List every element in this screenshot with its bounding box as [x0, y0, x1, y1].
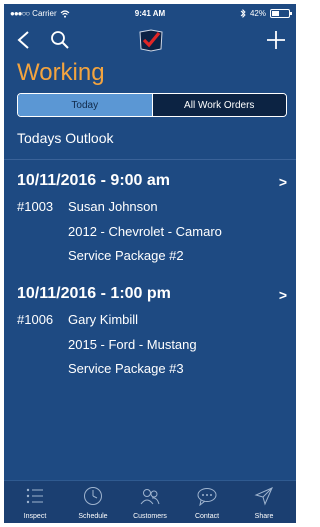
appointment-card[interactable]: 10/11/2016 - 9:00 am > #1003 Susan Johns…	[17, 172, 287, 263]
tab-label: Share	[254, 513, 274, 520]
nav-bar	[4, 24, 296, 58]
back-button[interactable]	[10, 26, 38, 54]
plus-icon	[267, 31, 285, 49]
page-title: Working	[17, 59, 105, 86]
service-package: Service Package #3	[68, 361, 184, 376]
vehicle-info: 2015 - Ford - Mustang	[68, 337, 197, 352]
battery-level	[272, 11, 279, 16]
tab-label: Inspect	[23, 513, 47, 520]
app-screen: ●●●○○ Carrier 9:41 AM 42% Working Today …	[4, 4, 296, 523]
section-divider	[4, 159, 296, 160]
chevron-right-icon[interactable]: >	[279, 287, 287, 303]
tab-bar: Inspect Schedule Customers Contact Share	[4, 480, 296, 523]
add-button[interactable]	[262, 26, 290, 54]
segment-today[interactable]: Today	[18, 94, 152, 116]
appointment-card[interactable]: 10/11/2016 - 1:00 pm > #1006 Gary Kimbil…	[17, 285, 287, 376]
appointment-datetime: 10/11/2016 - 1:00 pm	[17, 285, 171, 302]
checkmark-badge-icon	[139, 29, 163, 52]
status-bar: ●●●○○ Carrier 9:41 AM 42%	[4, 4, 296, 24]
tab-label: Contact	[194, 513, 220, 520]
customer-name: Gary Kimbill	[68, 312, 139, 327]
search-button[interactable]	[46, 26, 74, 54]
tab-share[interactable]: Share	[235, 481, 293, 523]
customer-name: Susan Johnson	[68, 199, 158, 214]
order-number: #1003	[17, 199, 54, 214]
search-icon	[51, 31, 69, 49]
tab-schedule[interactable]: Schedule	[64, 481, 122, 523]
section-title: Todays Outlook	[17, 130, 114, 146]
order-number: #1006	[17, 312, 54, 327]
tab-label: Schedule	[78, 513, 108, 520]
list-icon	[26, 488, 43, 504]
bluetooth-icon	[240, 9, 246, 18]
service-package: Service Package #2	[68, 248, 184, 263]
battery-percent: 42%	[249, 9, 266, 18]
segment-all-work-orders[interactable]: All Work Orders	[151, 94, 286, 116]
send-icon	[254, 487, 273, 506]
clock-icon	[84, 487, 102, 505]
tab-label: Customers	[133, 513, 167, 520]
tab-customers[interactable]: Customers	[121, 481, 179, 523]
chat-icon	[197, 488, 217, 506]
tab-inspect[interactable]: Inspect	[6, 481, 64, 523]
tab-contact[interactable]: Contact	[178, 481, 236, 523]
vehicle-info: 2012 - Chevrolet - Camaro	[68, 224, 222, 239]
battery-icon	[270, 9, 292, 18]
people-icon	[140, 489, 160, 505]
segmented-control: Today All Work Orders	[17, 93, 287, 117]
chevron-right-icon[interactable]: >	[279, 174, 287, 190]
status-right: 42%	[240, 9, 292, 18]
back-icon	[17, 31, 29, 49]
appointment-datetime: 10/11/2016 - 9:00 am	[17, 172, 171, 189]
app-logo	[136, 26, 166, 54]
